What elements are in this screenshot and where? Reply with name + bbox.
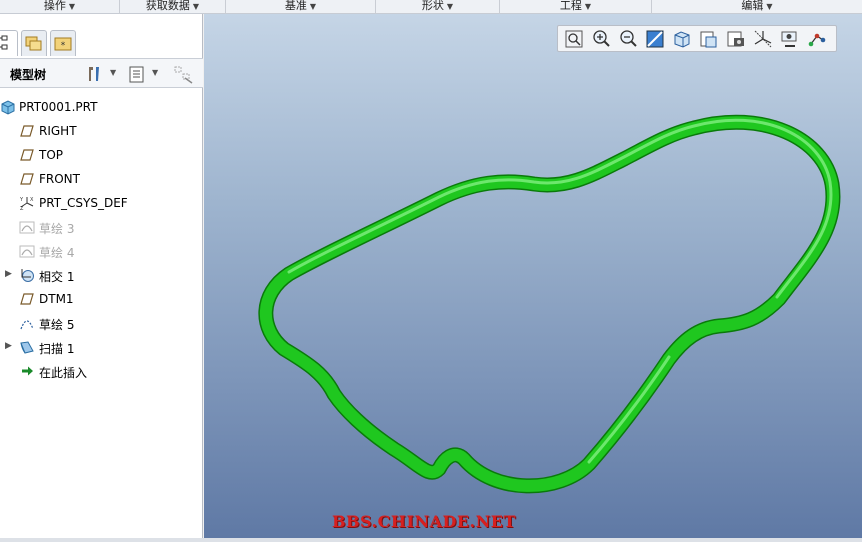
tab-folder-browser[interactable] (21, 30, 47, 56)
model-tree-title: 模型树 (10, 68, 47, 82)
saved-views-icon[interactable] (698, 28, 720, 50)
ribbon-group-label: 基准 (284, 0, 307, 12)
sketch-curve-icon (20, 320, 34, 330)
intersect-icon (21, 269, 34, 282)
tree-item-label: PRT_CSYS_DEF (39, 196, 128, 210)
tree-item-label: 在此插入 (39, 366, 88, 380)
svg-text:Y: Y (19, 197, 24, 203)
sweep-icon (20, 341, 34, 354)
display-style-icon[interactable] (671, 28, 693, 50)
view-toolbar (557, 25, 837, 52)
caret-down-icon: ▼ (68, 2, 76, 11)
repaint-icon[interactable] (644, 28, 666, 50)
datum-plane-icon (20, 149, 34, 161)
caret-down-icon: ▼ (766, 2, 773, 11)
tree-item-label: TOP (39, 148, 64, 162)
tree-item-label: DTM1 (39, 292, 74, 306)
expand-arrow-icon[interactable]: ▶ (5, 269, 12, 279)
tree-item-part[interactable]: PRT0001.PRT (0, 96, 203, 120)
ribbon-group-get-data[interactable]: 获取数据 ▼ (120, 0, 226, 14)
insert-arrow-icon (22, 366, 33, 376)
ribbon-group-datum[interactable]: 基准 ▼ (226, 0, 376, 14)
view-manager-icon[interactable] (725, 28, 747, 50)
tree-item-sketch-3[interactable]: 草绘 3 (0, 216, 203, 240)
folder-browser-icon (25, 36, 42, 51)
refit-icon[interactable] (563, 28, 585, 50)
tab-model-tree[interactable] (0, 30, 18, 56)
model-tree-icon (0, 35, 8, 50)
svg-text:Z: Z (20, 206, 24, 211)
caret-down-icon: ▼ (309, 2, 317, 11)
tree-item-label: 草绘 4 (39, 246, 75, 260)
tree-item-label: RIGHT (39, 124, 77, 138)
ribbon-group-bar: 操作 ▼ 获取数据 ▼ 基准 ▼ 形状 ▼ 工程 ▼ 编辑 ▼ (0, 0, 862, 14)
tree-item-top[interactable]: TOP (0, 144, 203, 168)
csys-icon: Y X Z (19, 197, 34, 211)
ribbon-group-label: 编辑 (741, 0, 764, 12)
caret-down-icon: ▼ (192, 2, 200, 11)
tree-item-dtm1[interactable]: DTM1 (0, 288, 203, 312)
zoom-in-icon[interactable] (590, 28, 612, 50)
tree-item-right[interactable]: RIGHT (0, 120, 203, 144)
ribbon-group-label: 获取数据 (145, 0, 190, 12)
part-icon (1, 100, 15, 115)
ribbon-group-label: 操作 (43, 0, 66, 12)
sweep-tube[interactable] (258, 114, 841, 494)
tree-item-label: 草绘 3 (39, 222, 75, 236)
navigator-panel: * 模型树 ▼ ▼ PRT0001.PRT RIGHT TOP FRONT Y … (0, 14, 203, 538)
tree-item-label: FRONT (39, 172, 80, 186)
caret-down-icon: ▼ (446, 2, 454, 11)
tree-item-sketch-5[interactable]: 草绘 5 (0, 312, 203, 336)
caret-down-icon: ▼ (584, 2, 592, 11)
zoom-out-icon[interactable] (617, 28, 639, 50)
datum-display-icon[interactable] (752, 28, 774, 50)
sweep-loop-model[interactable] (204, 14, 862, 538)
tree-item-label: 扫描 1 (39, 342, 75, 356)
datum-plane-icon (20, 125, 34, 137)
tree-item-label: 相交 1 (39, 270, 75, 284)
tree-item-label: 草绘 5 (39, 318, 75, 332)
datum-plane-icon (20, 293, 34, 305)
svg-text:*: * (61, 41, 66, 51)
ribbon-group-label: 形状 (421, 0, 444, 12)
tree-item-sketch-4[interactable]: 草绘 4 (0, 240, 203, 264)
sketch-icon (19, 221, 35, 234)
model-tree-header: 模型树 ▼ ▼ (0, 58, 203, 88)
caret-down-icon[interactable]: ▼ (152, 68, 158, 77)
ribbon-group-editing[interactable]: 编辑 ▼ (652, 0, 862, 14)
status-strip (0, 538, 862, 542)
tree-item-intersect-1[interactable]: ▶ 相交 1 (0, 264, 203, 288)
show-options-icon[interactable] (127, 64, 147, 84)
watermark-text: BBS.CHINADE.NET (332, 512, 516, 531)
datum-plane-icon (20, 173, 34, 185)
tree-item-label: PRT0001.PRT (19, 100, 98, 114)
ribbon-group-label: 工程 (559, 0, 582, 12)
tab-favorites[interactable]: * (50, 30, 76, 56)
tree-item-front[interactable]: FRONT (0, 168, 203, 192)
ribbon-group-engineering[interactable]: 工程 ▼ (500, 0, 652, 14)
expand-arrow-icon[interactable]: ▶ (5, 341, 12, 351)
spin-center-icon[interactable] (779, 28, 801, 50)
favorites-folder-icon: * (54, 37, 72, 51)
svg-text:X: X (30, 197, 34, 203)
graphics-viewport[interactable]: BBS.CHINADE.NET (204, 14, 862, 538)
caret-down-icon[interactable]: ▼ (110, 68, 116, 77)
ribbon-group-shapes[interactable]: 形状 ▼ (376, 0, 500, 14)
tree-item-sweep-1[interactable]: ▶ 扫描 1 (0, 336, 203, 360)
annotation-icon[interactable] (806, 28, 828, 50)
sketch-icon (19, 245, 35, 258)
ribbon-group-operations[interactable]: 操作 ▼ (0, 0, 120, 14)
tree-item-insert-here[interactable]: 在此插入 (0, 360, 203, 384)
settings-tools-icon[interactable] (84, 64, 104, 84)
tree-item-csys[interactable]: Y X Z PRT_CSYS_DEF (0, 192, 203, 216)
filter-tree-icon[interactable] (173, 64, 193, 84)
navigator-tabs: * (0, 30, 203, 56)
